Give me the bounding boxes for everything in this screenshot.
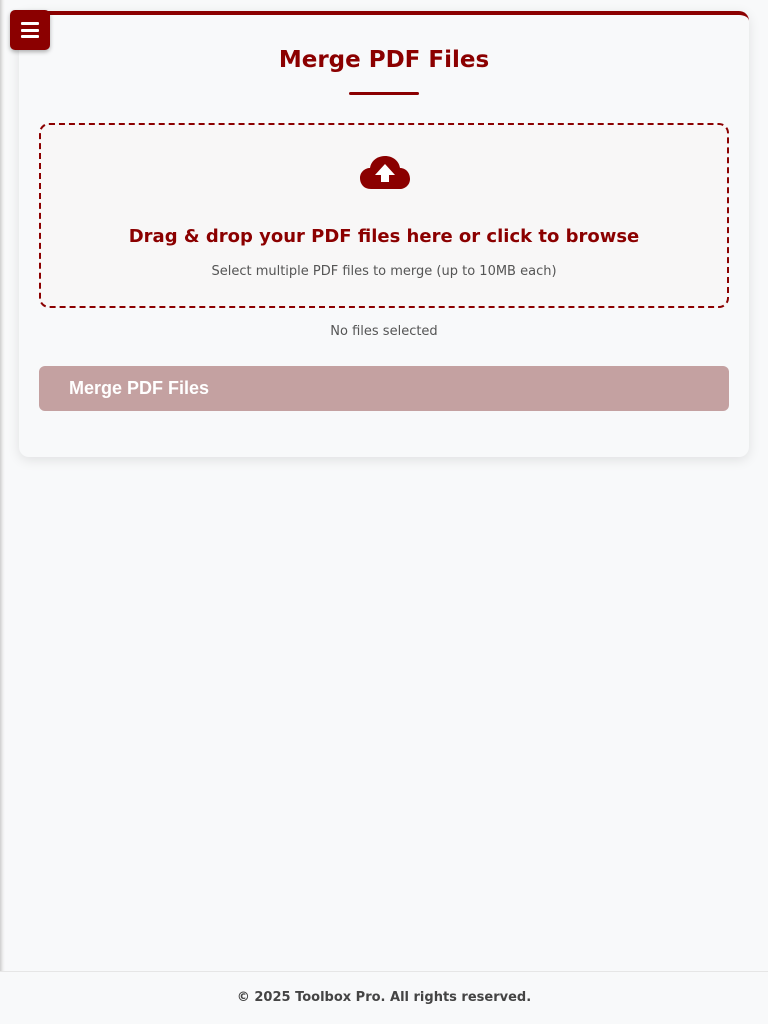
menu-toggle-button[interactable] bbox=[10, 10, 50, 50]
drop-zone-instruction: Drag & drop your PDF files here or click… bbox=[128, 226, 640, 247]
page-title: Merge PDF Files bbox=[278, 47, 490, 73]
drop-zone-hint: Select multiple PDF files to merge (up t… bbox=[211, 264, 557, 279]
file-drop-zone[interactable]: Drag & drop your PDF files here or click… bbox=[39, 123, 729, 308]
footer-copyright: © 2025 Toolbox Pro. All rights reserved. bbox=[236, 990, 532, 1005]
merge-pdf-button[interactable]: Merge PDF Files bbox=[39, 366, 729, 411]
file-selection-status: No files selected bbox=[330, 324, 438, 339]
title-underline bbox=[349, 92, 419, 95]
cloud-upload-icon bbox=[360, 156, 410, 189]
hamburger-menu-icon bbox=[21, 22, 39, 38]
merge-pdf-card: Merge PDF Files Drag & drop your PDF fil… bbox=[19, 11, 749, 457]
page-footer: © 2025 Toolbox Pro. All rights reserved. bbox=[0, 971, 768, 1024]
page-edge-shadow bbox=[0, 0, 5, 972]
